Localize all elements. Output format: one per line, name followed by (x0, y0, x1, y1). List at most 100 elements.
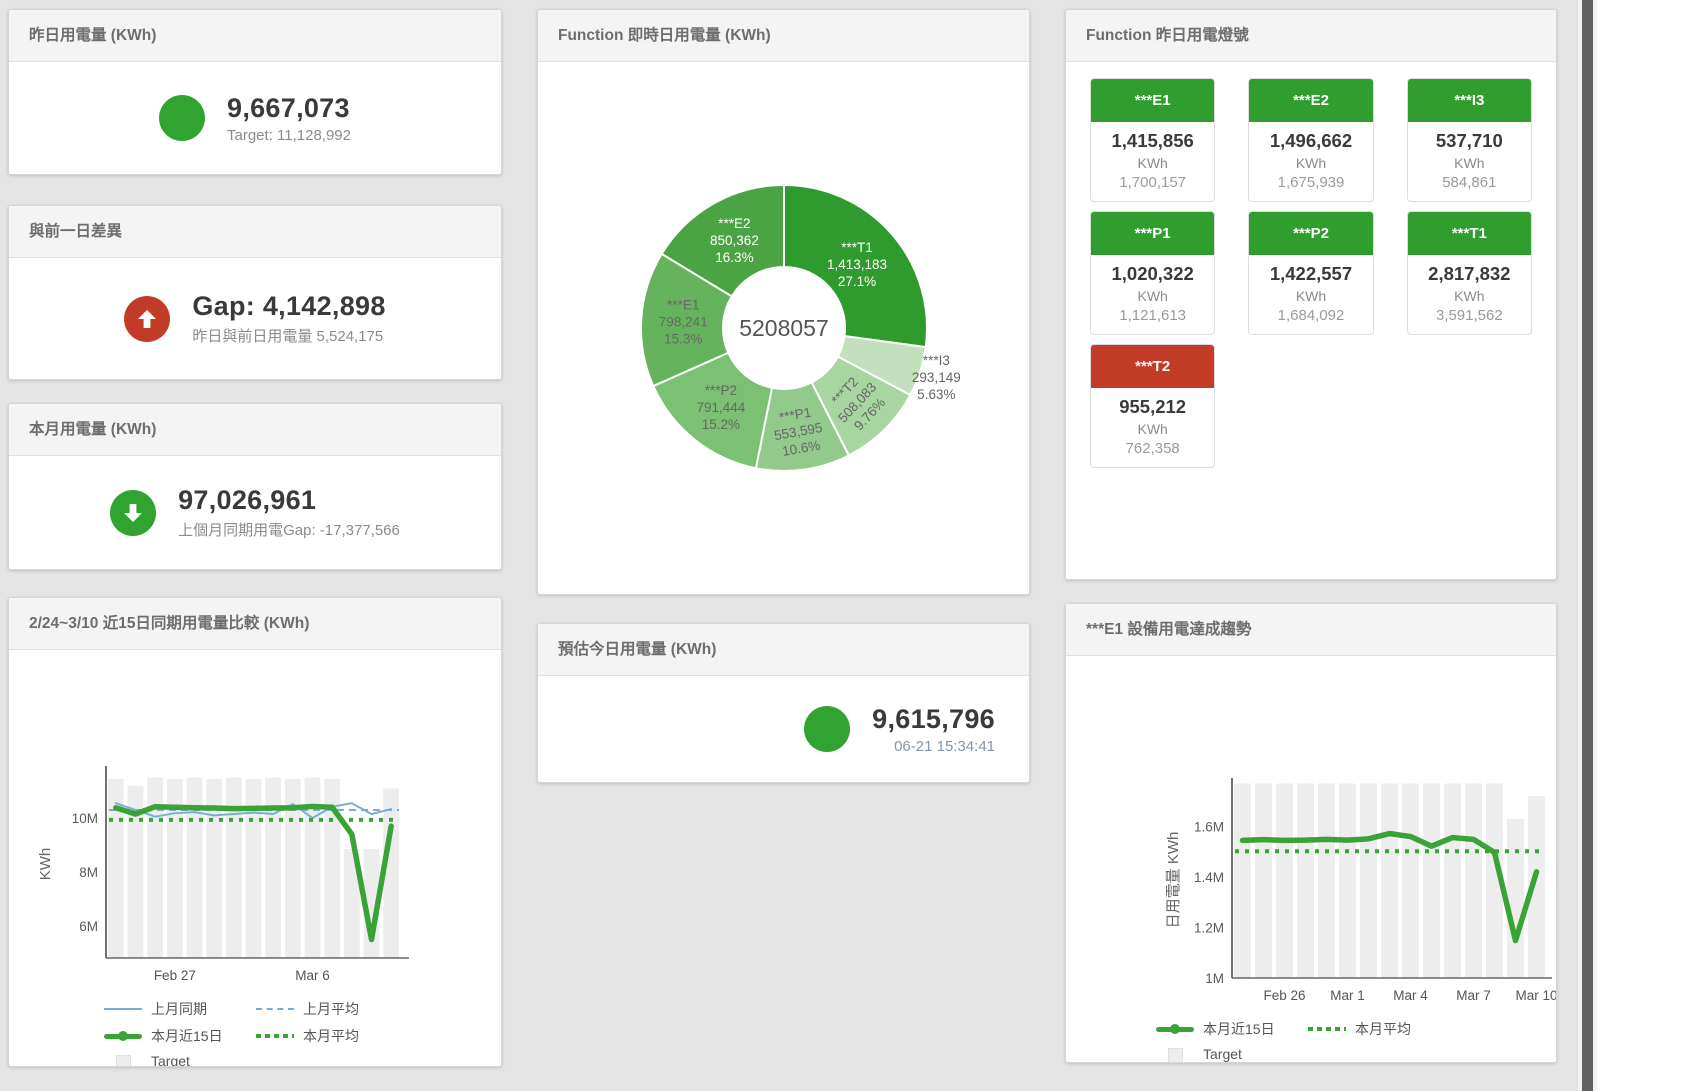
y-axis-tick: 10M (72, 811, 98, 826)
lamp-tile-target: 762,358 (1093, 440, 1212, 457)
x-axis-tick: Mar 7 (1456, 988, 1491, 1003)
x-axis-tick: Feb 27 (154, 968, 196, 983)
x-axis-tick: Mar 10 (1515, 988, 1556, 1003)
target-bar (1465, 784, 1482, 978)
stat-subtext: 上個月同期用電Gap: -17,377,566 (178, 519, 400, 540)
y-axis-tick: 1.2M (1194, 920, 1224, 935)
panel-title: ***E1 設備用電達成趨勢 (1066, 604, 1556, 656)
e1-trend-chart: 1M1.2M1.4M1.6M日用電量 KWhFeb 26Mar 1Mar 4Ma… (1066, 656, 1556, 1008)
target-bar (187, 778, 203, 958)
lamp-tile-value: 1,496,662 (1251, 130, 1370, 152)
lamp-tile-unit: KWh (1410, 155, 1529, 171)
vertical-scrollbar-thumb[interactable] (1582, 0, 1593, 1091)
target-bar (1444, 784, 1461, 978)
y-axis-tick: 6M (79, 919, 98, 934)
lamp-tile-value: 1,422,557 (1251, 263, 1370, 285)
status-circle-green (110, 490, 156, 536)
panel-compare-15days: 2/24~3/10 近15日同期用電量比較 (KWh) 6M 8M 10M KWh Fe… (8, 597, 502, 1067)
e1-trend-legend: 本月近15日 本月平均 Target (1156, 1019, 1556, 1063)
lamp-tile: ***E21,496,662KWh1,675,939 (1248, 78, 1373, 202)
legend-label: 上月同期 (151, 999, 207, 1019)
lamp-tile-value: 2,817,832 (1410, 263, 1529, 285)
lamp-tile-target: 1,684,092 (1251, 307, 1370, 324)
panel-title: Function 昨日用電燈號 (1066, 10, 1556, 62)
legend-label: 本月平均 (1355, 1019, 1411, 1039)
panel-e1-trend: ***E1 設備用電達成趨勢 1M1.2M1.4M1.6M日用電量 KWhFeb… (1065, 603, 1557, 1063)
panel-title: Function 即時日用電量 (KWh) (538, 10, 1029, 62)
target-bar (1381, 784, 1398, 978)
x-axis-tick: Mar 1 (1330, 988, 1365, 1003)
lamp-tile-target: 1,700,157 (1093, 174, 1212, 191)
lamp-tile: ***T12,817,832KWh3,591,562 (1407, 211, 1532, 335)
lamp-tile-unit: KWh (1251, 155, 1370, 171)
panel-today-estimate: 預估今日用電量 (KWh) 9,615,796 06-21 15:34:41 (537, 623, 1030, 783)
target-bar (265, 778, 281, 958)
y-axis-tick: 1.4M (1194, 870, 1224, 885)
lamp-tile: ***E1 1,415,856 KWh 1,700,157 (1090, 78, 1215, 202)
legend-item[interactable]: 本月平均 (256, 1026, 408, 1046)
legend-item[interactable]: Target (1156, 1046, 1308, 1063)
legend-item[interactable]: 上月平均 (256, 999, 408, 1019)
legend-item[interactable]: 本月近15日 (104, 1026, 256, 1046)
legend-label: 本月平均 (303, 1026, 359, 1046)
lamp-tile-header: ***P2 (1249, 212, 1372, 255)
lamp-tile-unit: KWh (1093, 288, 1212, 304)
target-bar (1402, 784, 1419, 978)
y-axis-tick: 1M (1205, 971, 1224, 986)
target-bar (1360, 784, 1377, 978)
dashboard-background: 昨日用電量 (KWh) 9,667,073 Target: 11,128,992… (0, 0, 1597, 1091)
x-axis-tick: Mar 6 (295, 968, 330, 983)
y-axis-tick: 1.6M (1194, 819, 1224, 834)
compare-15days-legend: 上月同期 上月平均本月近15日 本月平均 Target (104, 999, 501, 1067)
panel-realtime-donut: Function 即時日用電量 (KWh) ***T11,413,18327.1… (537, 9, 1030, 595)
lamp-tile-header: ***T2 (1091, 345, 1214, 388)
lamp-tile-value: 537,710 (1410, 130, 1529, 152)
lamp-tile-header: ***T1 (1408, 212, 1531, 255)
panel-yesterday-usage: 昨日用電量 (KWh) 9,667,073 Target: 11,128,992 (8, 9, 502, 175)
legend-item[interactable]: 本月平均 (1308, 1019, 1460, 1039)
target-bar (1297, 784, 1314, 978)
panel-title: 昨日用電量 (KWh) (9, 10, 501, 62)
vertical-scrollbar-track[interactable] (1577, 0, 1597, 1091)
lamp-tile-target: 1,121,613 (1093, 307, 1212, 324)
y-axis-label: KWh (37, 848, 54, 881)
lamp-tile: ***P1 1,020,322 KWh 1,121,613 (1090, 211, 1215, 335)
legend-label: 本月近15日 (151, 1026, 223, 1046)
lamp-tile: ***T2955,212KWh762,358 (1090, 344, 1215, 468)
status-circle-green (804, 706, 850, 752)
legend-item[interactable]: 本月近15日 (1156, 1019, 1308, 1039)
legend-item[interactable]: 上月同期 (104, 999, 256, 1019)
stat-subtext: Target: 11,128,992 (227, 127, 351, 144)
lamp-tile-header: ***E1 (1091, 79, 1214, 122)
panel-title: 本月用電量 (KWh) (9, 404, 501, 456)
lamp-grid: ***E11,415,856KWh1,700,157***E21,496,662… (1066, 62, 1556, 478)
y-axis-label: 日用電量 KWh (1165, 832, 1182, 929)
target-bar (1423, 784, 1440, 978)
legend-label: Target (151, 1053, 190, 1067)
lamp-tile: ***P21,422,557KWh1,684,092 (1248, 211, 1373, 335)
target-bar (226, 778, 242, 958)
legend-label: Target (1203, 1046, 1242, 1062)
lamp-tile-header: ***P1 (1091, 212, 1214, 255)
stat-value: 9,667,073 (227, 93, 351, 124)
target-bar (1276, 784, 1293, 978)
lamp-tile-target: 3,591,562 (1410, 307, 1529, 324)
panel-diff-prev-day: 與前一日差異 Gap: 4,142,898 昨日與前日用電量 5,524,175 (8, 205, 502, 380)
compare-15days-chart: 6M 8M 10M KWh Feb 27 Mar 6 (9, 650, 501, 986)
arrow-down-icon (121, 501, 145, 525)
panel-title: 2/24~3/10 近15日同期用電量比較 (KWh) (9, 598, 501, 650)
lamp-tile-unit: KWh (1093, 421, 1212, 437)
status-circle-red (124, 296, 170, 342)
y-axis-tick: 8M (79, 865, 98, 880)
stat-subtext: 昨日與前日用電量 5,524,175 (192, 325, 385, 346)
panel-title: 預估今日用電量 (KWh) (538, 624, 1029, 676)
legend-label: 本月近15日 (1203, 1019, 1275, 1039)
lamp-tile-unit: KWh (1093, 155, 1212, 171)
x-axis-tick: Mar 4 (1393, 988, 1428, 1003)
legend-item[interactable]: Target (104, 1053, 256, 1067)
legend-label: 上月平均 (303, 999, 359, 1019)
lamp-tile-target: 584,861 (1410, 174, 1529, 191)
lamp-tile-value: 1,415,856 (1093, 130, 1212, 152)
lamp-tile: ***I3537,710KWh584,861 (1407, 78, 1532, 202)
lamp-tile-value: 1,020,322 (1093, 263, 1212, 285)
